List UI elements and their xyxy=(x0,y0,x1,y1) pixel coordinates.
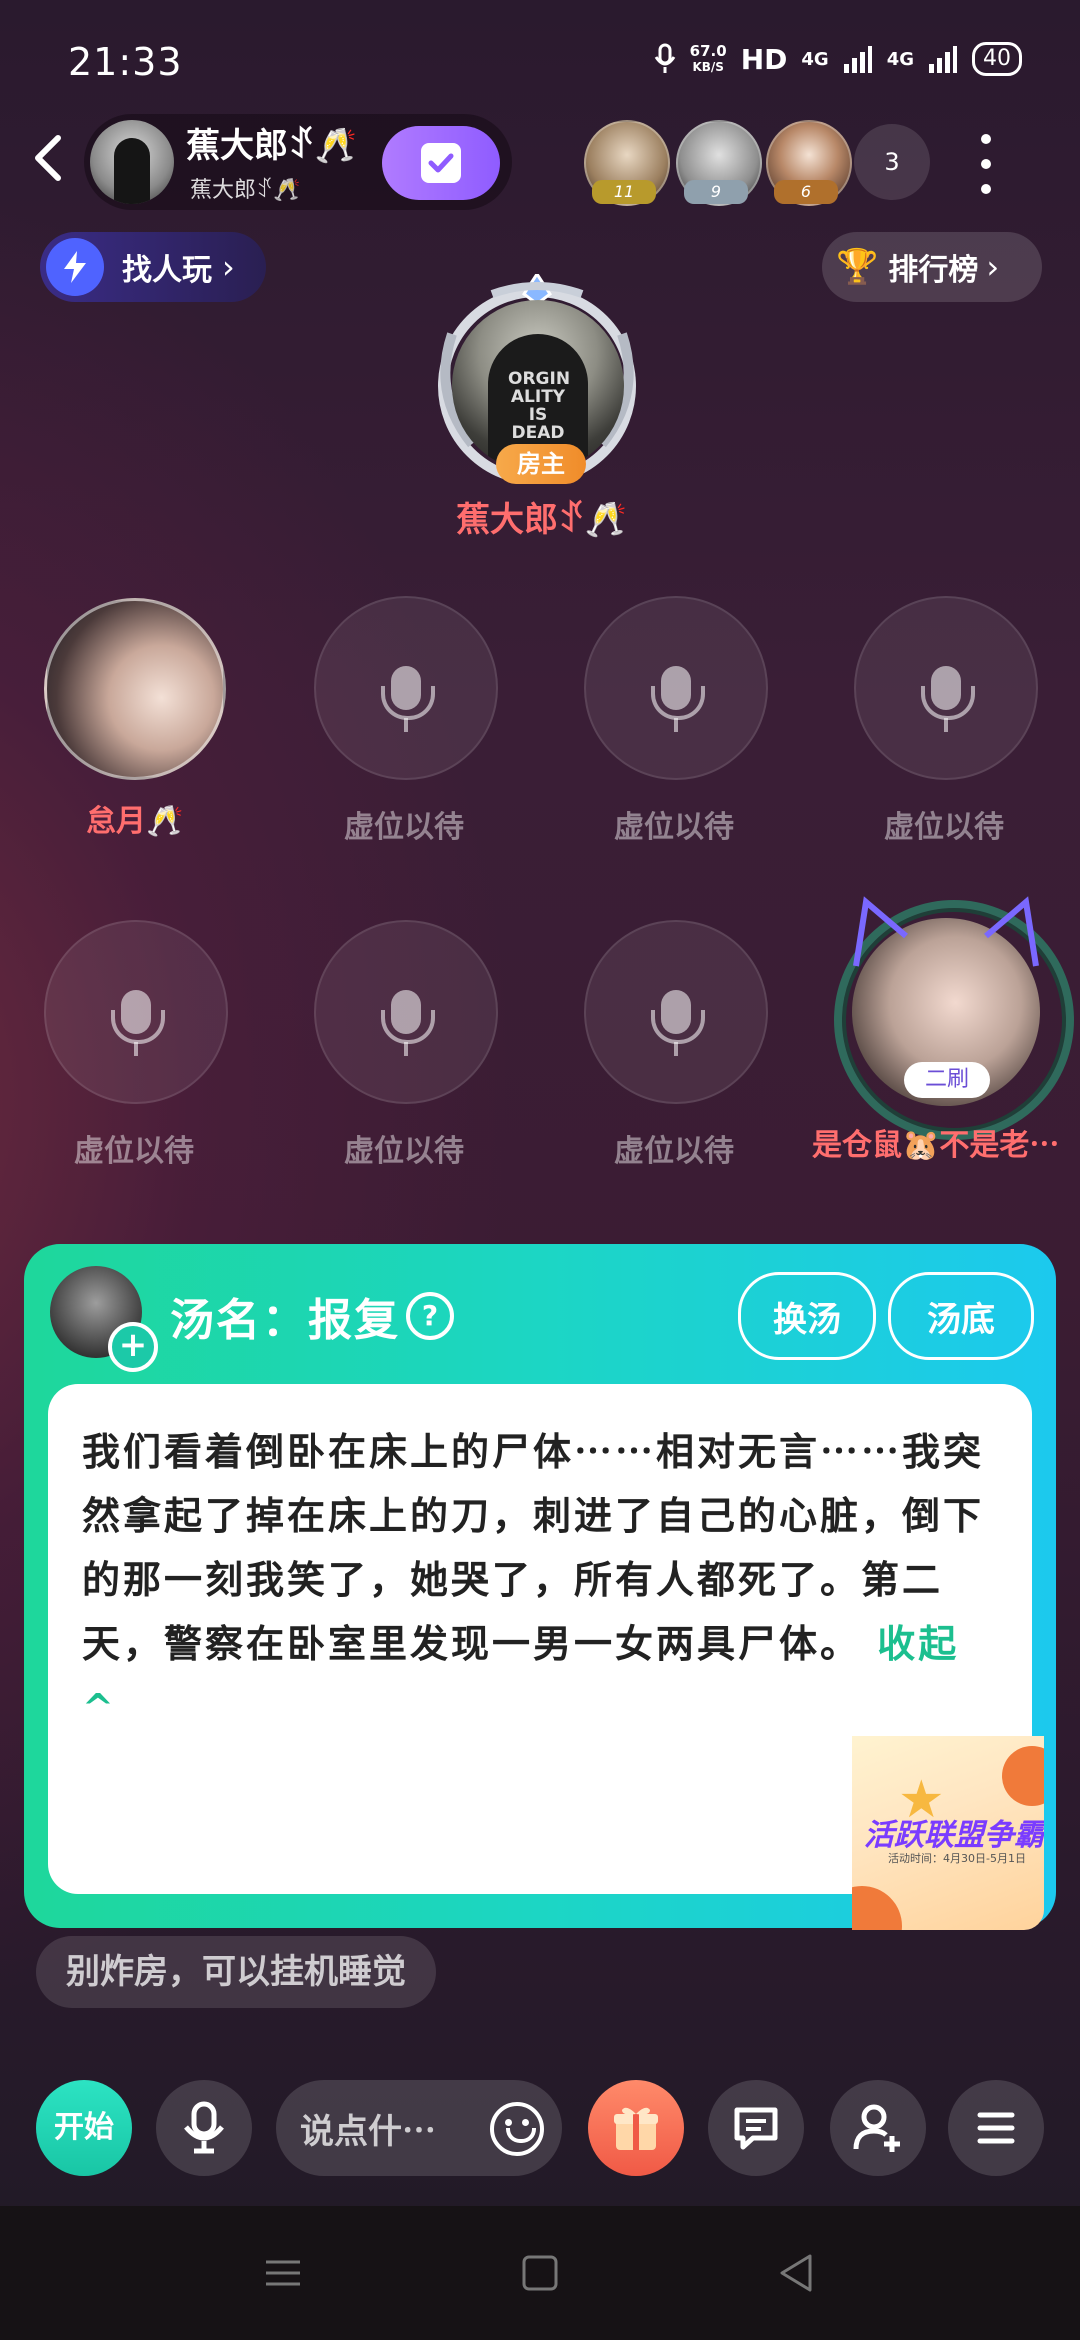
status-time: 21:33 xyxy=(68,40,183,84)
promo-subtitle: 活动时间：4月30日-5月1日 xyxy=(888,1852,1026,1865)
chevron-right-icon: › xyxy=(222,248,235,286)
owner-tag: 房主 xyxy=(496,444,586,484)
status-icons: 67.0 KB/S HD 4G 4G 40 xyxy=(654,42,1022,76)
empty-seat-6[interactable] xyxy=(314,920,498,1104)
mic-icon xyxy=(381,990,435,1056)
lightning-icon xyxy=(46,238,104,296)
empty-seat-5[interactable] xyxy=(44,920,228,1104)
jacket-print: ORGIN ALITY IS DEAD xyxy=(508,369,571,443)
find-players-button[interactable]: 找人玩 › xyxy=(40,232,266,302)
chat-input[interactable]: 说点什⋯ xyxy=(276,2080,562,2176)
mic-icon xyxy=(651,666,705,732)
seat-8-tag: 二刷 xyxy=(904,1062,990,1098)
mic-icon xyxy=(651,990,705,1056)
add-user-icon xyxy=(853,2104,900,2152)
checkin-button[interactable] xyxy=(382,126,500,200)
emoji-icon[interactable] xyxy=(490,2102,544,2156)
promo-title: 活跃联盟争霸 xyxy=(864,1818,1044,1853)
back-arrow-icon[interactable] xyxy=(24,132,76,184)
seat-8-name: 是仓鼠🐹不是老⋯ xyxy=(812,1128,1060,1163)
mic-icon xyxy=(184,2101,224,2154)
audience-badge-2: 9 xyxy=(684,180,748,204)
battery-icon: 40 xyxy=(972,42,1022,76)
more-options-icon[interactable] xyxy=(966,134,1006,194)
menu-button[interactable] xyxy=(948,2080,1044,2176)
cat-ears-icon xyxy=(853,896,1039,967)
follow-plus-icon[interactable]: + xyxy=(108,1322,158,1372)
audience-badge-1: 11 xyxy=(592,180,656,204)
seat-1-avatar[interactable] xyxy=(44,598,226,780)
empty-seat-7[interactable] xyxy=(584,920,768,1104)
signal-bars-icon xyxy=(843,46,872,73)
seat-7-label: 虚位以待 xyxy=(614,1134,734,1169)
menu-icon xyxy=(977,2112,1015,2144)
chevron-right-icon: › xyxy=(986,248,1000,286)
message-button[interactable] xyxy=(708,2080,804,2176)
find-players-label: 找人玩 xyxy=(122,253,212,288)
empty-seat-3[interactable] xyxy=(584,596,768,780)
story-answer-button[interactable]: 汤底 xyxy=(888,1272,1034,1360)
story-text: 我们看着倒卧在床上的尸体⋯⋯相对无言⋯⋯我突然拿起了掉在床上的刀，刺进了自己的心… xyxy=(82,1429,985,1730)
trophy-icon: 🏆 xyxy=(836,247,879,287)
mic-status-icon xyxy=(654,43,675,73)
check-icon xyxy=(421,143,461,183)
seat-3-label: 虚位以待 xyxy=(614,810,734,845)
back-nav-icon[interactable] xyxy=(772,2248,822,2298)
signal-4g-2: 4G xyxy=(886,48,914,70)
recent-apps-icon[interactable] xyxy=(258,2248,308,2298)
add-friend-button[interactable] xyxy=(830,2080,926,2176)
seat-6-label: 虚位以待 xyxy=(344,1134,464,1169)
home-icon[interactable] xyxy=(515,2248,565,2298)
story-title: 汤名：报复 xyxy=(170,1295,400,1346)
ranking-label: 排行榜 xyxy=(888,253,979,288)
seat-5-label: 虚位以待 xyxy=(74,1134,194,1169)
host-name: 蕉大郎ꀋ🥂 xyxy=(186,126,357,166)
message-icon xyxy=(734,2107,778,2150)
net-speed: 67.0 KB/S xyxy=(689,42,727,74)
mic-button[interactable] xyxy=(156,2080,252,2176)
seat-4-label: 虚位以待 xyxy=(884,810,1004,845)
change-story-button[interactable]: 换汤 xyxy=(738,1272,876,1360)
gift-button[interactable] xyxy=(588,2080,684,2176)
start-button[interactable]: 开始 xyxy=(36,2080,132,2176)
audience-badge-3: 6 xyxy=(774,180,838,204)
mic-icon xyxy=(111,990,165,1056)
signal-bars-icon-2 xyxy=(929,46,957,73)
chat-input-placeholder: 说点什⋯ xyxy=(300,2111,436,2152)
host-avatar[interactable] xyxy=(90,120,174,204)
seat-2-label: 虚位以待 xyxy=(344,810,464,845)
gift-icon xyxy=(614,2107,658,2150)
empty-seat-2[interactable] xyxy=(314,596,498,780)
audience-count[interactable]: 3 xyxy=(854,124,930,200)
signal-4g-1: 4G xyxy=(801,48,829,70)
mic-icon xyxy=(381,666,435,732)
host-seat-name: 蕉大郎ꀋ🥂 xyxy=(456,500,627,540)
host-sub-name: 蕉大郎ꀋ🥂 xyxy=(190,178,301,203)
room-hint: 别炸房，可以挂机睡觉 xyxy=(36,1936,436,2008)
mic-icon xyxy=(921,666,975,732)
ranking-button[interactable]: 🏆 排行榜 › xyxy=(822,232,1042,302)
seat-1-name: 怠月🥂 xyxy=(86,804,184,839)
empty-seat-4[interactable] xyxy=(854,596,1038,780)
promo-banner[interactable]: ★ 活跃联盟争霸 活动时间：4月30日-5月1日 xyxy=(852,1736,1044,1930)
help-icon[interactable]: ? xyxy=(406,1292,454,1340)
hd-indicator: HD xyxy=(740,42,788,76)
